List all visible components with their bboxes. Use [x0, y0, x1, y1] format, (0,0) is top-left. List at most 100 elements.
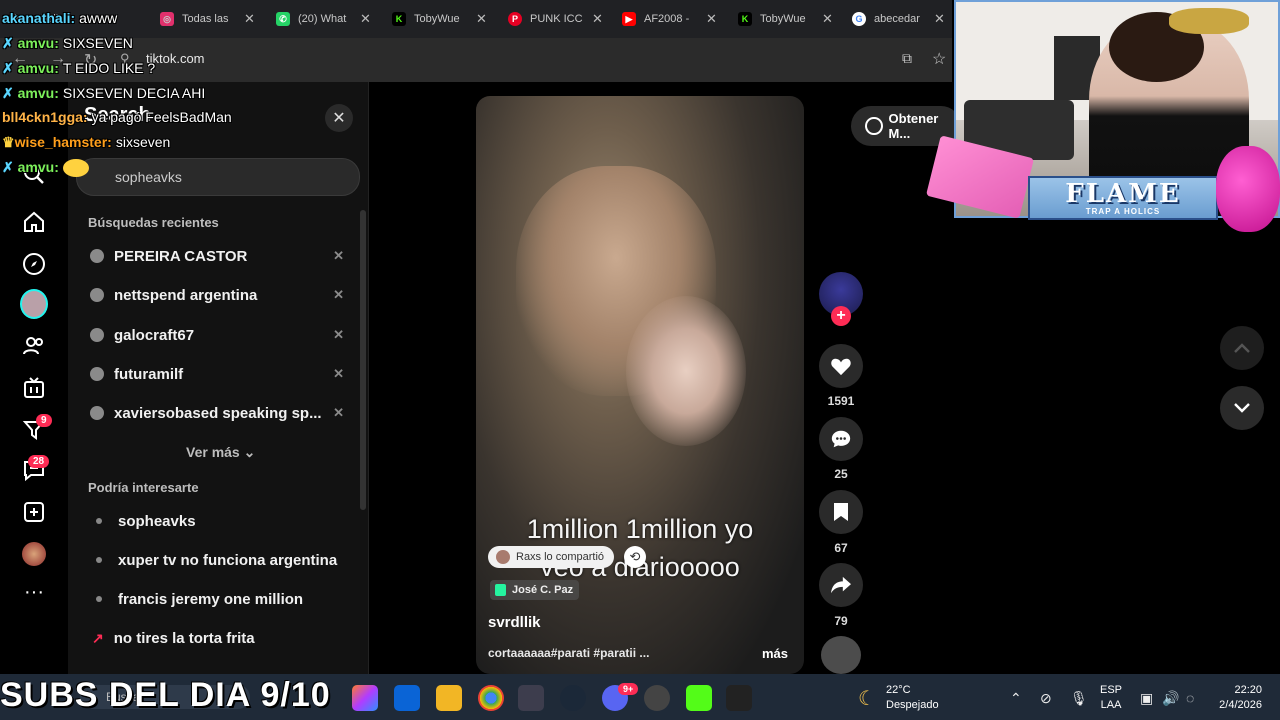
- banner-subtitle: TRAP A HOLICS: [1085, 206, 1161, 216]
- repost-icon[interactable]: ⟲: [624, 546, 646, 568]
- video-description: cortaaaaaa#parati #paratii ...: [488, 646, 650, 660]
- tray-chevron-up-icon[interactable]: ⌃: [1010, 690, 1022, 707]
- search-input[interactable]: [113, 168, 337, 186]
- more-icon[interactable]: ···: [20, 578, 48, 606]
- remove-icon[interactable]: ✕: [333, 248, 344, 264]
- copilot-icon[interactable]: [352, 685, 378, 711]
- suggestion-item[interactable]: sopheavks: [92, 508, 196, 534]
- chat-message: akanathali: awww: [2, 10, 117, 26]
- previous-video-button[interactable]: [1220, 326, 1264, 370]
- browser-tab[interactable]: ▶ AF2008 - ✕: [622, 6, 717, 32]
- suggestion-item[interactable]: francis jeremy one million: [92, 586, 303, 612]
- store-icon[interactable]: [518, 685, 544, 711]
- location-tag[interactable]: José C. Paz: [490, 580, 580, 600]
- pink-buddha-sticker-icon: [1216, 146, 1280, 232]
- music-disc-icon[interactable]: [821, 636, 861, 674]
- search-field[interactable]: [76, 158, 360, 196]
- home-icon[interactable]: [20, 208, 48, 236]
- close-tab-icon[interactable]: ✕: [360, 11, 371, 27]
- chrome-icon[interactable]: [478, 685, 504, 711]
- close-tab-icon[interactable]: ✕: [592, 11, 603, 27]
- browser-tab[interactable]: Gabecedar ✕: [852, 6, 945, 32]
- close-tab-icon[interactable]: ✕: [476, 11, 487, 27]
- notification-icon[interactable]: ◌: [1186, 690, 1194, 706]
- keyboard-layout: LAA: [1100, 699, 1122, 711]
- follow-plus-icon[interactable]: +: [831, 306, 851, 326]
- bullet-icon: [96, 518, 102, 524]
- tab-title: (20) What: [298, 13, 347, 25]
- tab-title: abecedar: [874, 13, 920, 25]
- language-indicator[interactable]: ESP LAA: [1100, 683, 1122, 713]
- suggestion-item[interactable]: xuper tv no funciona argentina: [92, 547, 337, 573]
- outlook-icon[interactable]: [394, 685, 420, 711]
- close-tab-icon[interactable]: ✕: [244, 11, 255, 27]
- live-icon[interactable]: [20, 374, 48, 402]
- recent-search-item[interactable]: futuramilf ✕: [90, 361, 348, 387]
- obs-icon[interactable]: [644, 685, 670, 711]
- suggestion-item[interactable]: ↗ no tires la torta frita: [92, 625, 255, 651]
- following-icon[interactable]: [20, 332, 48, 360]
- clock-icon: [90, 288, 104, 302]
- see-more-label: Ver más: [186, 444, 240, 460]
- close-search-button[interactable]: ✕: [325, 104, 353, 132]
- youtube-icon: ▶: [622, 12, 636, 26]
- chevron-down-icon: ⌄: [243, 444, 256, 460]
- close-tab-icon[interactable]: ✕: [706, 11, 717, 27]
- taskbar-clock[interactable]: 22:20 2/4/2026: [1210, 683, 1262, 713]
- upload-icon[interactable]: [20, 498, 48, 526]
- browser-tab[interactable]: K TobyWue ✕: [392, 6, 487, 32]
- recent-search-item[interactable]: PEREIRA CASTOR ✕: [90, 243, 348, 269]
- browser-tab[interactable]: P PUNK ICC ✕: [508, 6, 603, 32]
- more-link[interactable]: más: [762, 646, 788, 661]
- recent-search-label: nettspend argentina: [114, 286, 258, 304]
- video-frame-hand: [626, 296, 746, 446]
- bookmark-star-icon[interactable]: ☆: [932, 49, 946, 69]
- save-button[interactable]: [819, 490, 863, 534]
- microphone-icon[interactable]: 🎙: [1070, 690, 1088, 707]
- kick-icon[interactable]: [686, 685, 712, 711]
- video-author[interactable]: svrdllik: [488, 614, 541, 631]
- video-player[interactable]: 1million 1million yo veo a diariooooo Ra…: [476, 96, 804, 674]
- like-button[interactable]: [819, 344, 863, 388]
- steam-icon[interactable]: [560, 685, 586, 711]
- recent-search-item[interactable]: galocraft67 ✕: [90, 322, 348, 348]
- clock-date: 2/4/2026: [1219, 699, 1262, 711]
- remove-icon[interactable]: ✕: [333, 287, 344, 303]
- remove-icon[interactable]: ✕: [333, 327, 344, 343]
- whatsapp-icon: ✆: [276, 12, 290, 26]
- shared-by-chip[interactable]: Raxs lo compartió: [488, 546, 615, 568]
- recent-search-item[interactable]: nettspend argentina ✕: [90, 282, 348, 308]
- next-video-button[interactable]: [1220, 386, 1264, 430]
- network-off-icon[interactable]: ⊘: [1040, 690, 1052, 707]
- avatar[interactable]: [20, 289, 48, 319]
- weather-widget[interactable]: 22°C Despejado: [886, 683, 939, 713]
- remove-icon[interactable]: ✕: [333, 405, 344, 421]
- scrollbar[interactable]: [360, 210, 366, 510]
- volume-icon[interactable]: 🔊: [1162, 690, 1179, 707]
- file-explorer-icon[interactable]: [436, 685, 462, 711]
- chat-username: wise_hamster:: [14, 134, 112, 150]
- browser-tab[interactable]: ✆ (20) What ✕: [276, 6, 371, 32]
- comment-button[interactable]: [819, 417, 863, 461]
- browser-tab[interactable]: ◎ Todas las ✕: [160, 6, 255, 32]
- close-tab-icon[interactable]: ✕: [822, 11, 833, 27]
- kick-icon: K: [738, 12, 752, 26]
- inbox-badge: 28: [28, 455, 50, 468]
- subs-overlay-text: SUBS DEL DIA 9/10: [0, 676, 331, 714]
- profile-avatar[interactable]: [20, 540, 48, 568]
- epic-games-icon[interactable]: [726, 685, 752, 711]
- tab-title: TobyWue: [414, 13, 460, 25]
- share-button[interactable]: [819, 563, 863, 607]
- explore-icon[interactable]: [20, 250, 48, 278]
- install-app-icon[interactable]: ⧉: [902, 50, 912, 67]
- chat-message: ✗ amvu:: [2, 159, 89, 178]
- see-more-button[interactable]: Ver más ⌄: [186, 444, 255, 461]
- recent-search-label: xaviersobased speaking sp...: [114, 404, 322, 422]
- bullet-icon: [96, 596, 102, 602]
- browser-tab[interactable]: K TobyWue ✕: [738, 6, 833, 32]
- remove-icon[interactable]: ✕: [333, 366, 344, 382]
- display-icon[interactable]: ▣: [1140, 690, 1153, 707]
- recent-search-item[interactable]: xaviersobased speaking sp... ✕: [90, 400, 348, 426]
- close-tab-icon[interactable]: ✕: [934, 11, 945, 27]
- caption-line: 1million 1million yo: [526, 514, 754, 544]
